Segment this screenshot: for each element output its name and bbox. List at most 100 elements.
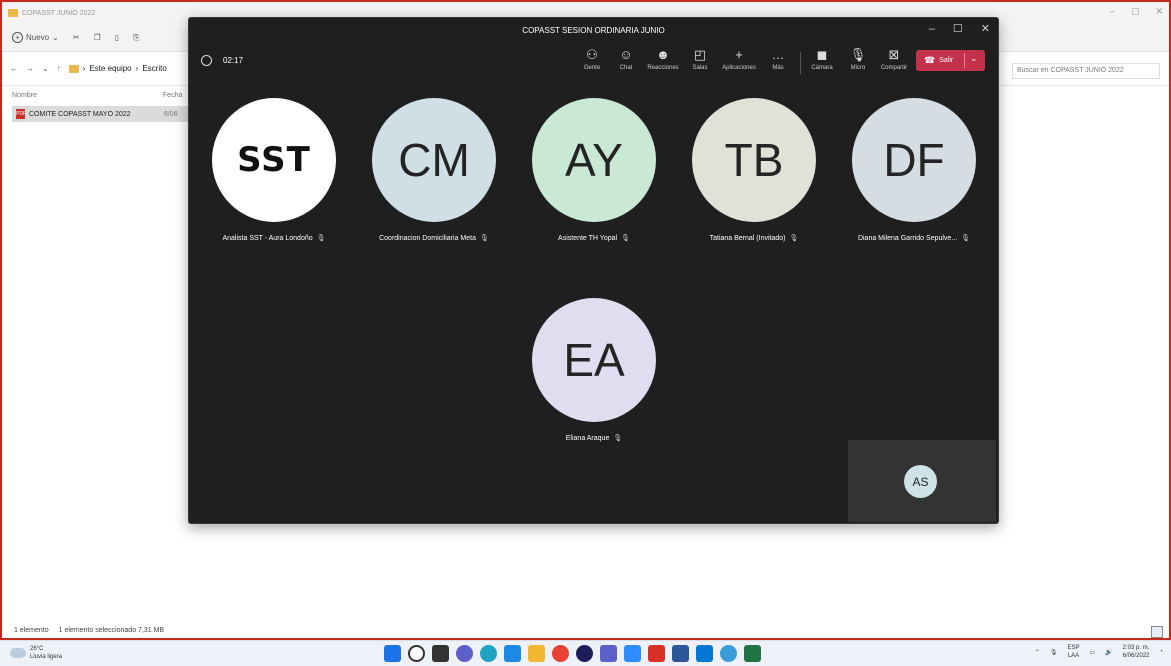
participant-tile[interactable]: EA Eliana Araque 🎙 (514, 298, 674, 442)
cut-icon[interactable]: ✂ (73, 33, 80, 42)
notifications-icon[interactable]: ◔ (1159, 649, 1163, 655)
chat-icon: ☺ (619, 47, 633, 62)
column-date[interactable]: Fecha (163, 92, 182, 99)
paste-icon[interactable]: ▯ (115, 33, 119, 42)
plus-icon: + (735, 47, 743, 62)
details-view-button[interactable] (1151, 626, 1163, 638)
self-view-tile[interactable]: AS (848, 440, 996, 522)
maximize-button[interactable]: ☐ (953, 22, 963, 36)
reactions-icon: ☻ (656, 47, 670, 62)
reactions-button[interactable]: ☻ Reacciones (644, 46, 682, 71)
column-name[interactable]: Nombre (12, 92, 37, 99)
snipping-tool-icon[interactable] (720, 645, 737, 662)
weather-cloud-icon (10, 648, 26, 658)
breadcrumb[interactable]: › Este equipo › Escrito (68, 64, 167, 73)
word-icon[interactable] (672, 645, 689, 662)
rename-icon[interactable]: ⎘ (133, 33, 139, 43)
task-view-icon[interactable] (432, 645, 449, 662)
shield-icon[interactable] (201, 55, 212, 66)
weather-widget[interactable]: 26°C Lluvia ligera (10, 645, 62, 661)
chrome-icon[interactable] (552, 645, 569, 662)
excel-icon[interactable] (744, 645, 761, 662)
mic-off-icon: 🎙 (613, 435, 623, 442)
network-icon[interactable]: ▭ (1090, 649, 1096, 656)
status-count: 1 elemento (14, 627, 49, 634)
people-button[interactable]: ⚇ Gente (573, 46, 611, 71)
search-icon[interactable] (408, 645, 425, 662)
chevron-up-icon[interactable]: ⌃ (1035, 649, 1040, 656)
chat-button[interactable]: ☺ Chat (607, 46, 645, 71)
forward-icon[interactable]: → (26, 64, 34, 73)
close-button[interactable]: ✕ (981, 22, 990, 36)
clock[interactable]: 2:03 p. m. 6/06/2022 (1123, 644, 1150, 660)
folder-icon (8, 9, 18, 17)
participant-tile[interactable]: SST Analista SST - Aura Londoño 🎙 (194, 98, 354, 242)
mic-off-icon[interactable]: 🎙 (1050, 649, 1058, 656)
more-icon: … (771, 47, 785, 62)
share-button[interactable]: ⊠ Compartir (875, 46, 913, 71)
mic-button[interactable]: 🎙 Micro (839, 46, 877, 71)
participant-stage: SST Analista SST - Aura Londoño 🎙 CM Coo… (189, 80, 998, 523)
new-button[interactable]: + Nuevo ⌄ (12, 32, 59, 43)
start-icon[interactable] (384, 645, 401, 662)
acrobat-icon[interactable] (648, 645, 665, 662)
participant-tile[interactable]: TB Tatiana Bernal (Invitado) 🎙 (674, 98, 834, 242)
copy-icon[interactable]: ❐ (94, 33, 101, 42)
participant-name: Tatiana Bernal (Invitado) (709, 234, 786, 242)
breadcrumb-this-pc[interactable]: Este equipo (89, 64, 131, 73)
language-primary: ESP (1067, 645, 1080, 651)
meeting-window-controls: – ☐ ✕ (929, 22, 990, 36)
up-icon[interactable]: ↑ (57, 64, 61, 73)
camera-off-icon: ◼ (816, 47, 828, 62)
file-date: 6/06 (164, 110, 178, 118)
file-row[interactable]: PDF COMITE COPASST MAYO 2022 6/06 (12, 106, 192, 122)
leave-button[interactable]: ☎ Salir ⌄ (916, 50, 985, 71)
explorer-title: COPASST JUNIO 2022 (22, 9, 96, 17)
share-label: Compartir (880, 65, 908, 71)
edge-icon[interactable] (480, 645, 497, 662)
weather-temp: 26°C (30, 646, 44, 652)
participant-tile[interactable]: AY Asistente TH Yopal 🎙 (514, 98, 674, 242)
rooms-icon: ◰ (693, 47, 707, 62)
chat-label: Chat (619, 65, 633, 71)
search-input[interactable]: Buscar en COPASST JUNIO 2022 (1012, 63, 1160, 79)
chat-icon[interactable] (456, 645, 473, 662)
phone-hangup-icon: ☎ (924, 55, 936, 65)
maximize-button[interactable]: ▢ (1131, 6, 1140, 17)
rooms-button[interactable]: ◰ Salas (681, 46, 719, 71)
more-button[interactable]: … Más (759, 46, 797, 71)
zoom-icon[interactable] (624, 645, 641, 662)
people-label: Gente (583, 65, 601, 71)
participant-tile[interactable]: CM Coordinacion Domiciliaria Meta 🎙 (354, 98, 514, 242)
camera-button[interactable]: ◼ Cámara (803, 46, 841, 71)
plus-icon: + (12, 32, 23, 43)
participant-tile[interactable]: DF Diana Milena Garrido Sepulve... 🎙 (834, 98, 994, 242)
recent-chevron-icon[interactable]: ⌄ (42, 64, 49, 73)
chevron-down-icon[interactable]: ⌄ (970, 53, 978, 64)
file-explorer-icon[interactable] (528, 645, 545, 662)
breadcrumb-desktop[interactable]: Escrito (142, 64, 166, 73)
apps-button[interactable]: + Aplicaciones (720, 46, 758, 71)
more-label: Más (772, 65, 784, 71)
opera-icon[interactable] (576, 645, 593, 662)
store-icon[interactable] (504, 645, 521, 662)
status-bar: 1 elemento 1 elemento seleccionado 7,31 … (14, 627, 164, 634)
mic-off-icon: 🎙 (316, 235, 326, 242)
participant-avatar: TB (692, 98, 816, 222)
participant-avatar: EA (532, 298, 656, 422)
minimize-button[interactable]: – (929, 22, 935, 36)
volume-icon[interactable]: 🔊 (1105, 649, 1112, 656)
taskbar-apps (384, 645, 761, 662)
photos-icon[interactable] (696, 645, 713, 662)
back-icon[interactable]: ← (10, 64, 18, 73)
close-button[interactable]: ✕ (1155, 6, 1163, 17)
minimize-button[interactable]: – (1110, 6, 1115, 17)
teams-icon[interactable] (600, 645, 617, 662)
new-button-label: Nuevo (26, 33, 50, 42)
language-indicator[interactable]: ESP LAA (1068, 644, 1080, 660)
participant-name: Eliana Araque (565, 434, 610, 442)
participant-name-row: Coordinacion Domiciliaria Meta 🎙 (379, 234, 489, 243)
teams-meeting-window: COPASST SESION ORDINARIA JUNIO – ☐ ✕ 02:… (188, 17, 999, 524)
breadcrumb-separator: › (82, 64, 86, 73)
meeting-title: COPASST SESION ORDINARIA JUNIO (522, 25, 665, 35)
